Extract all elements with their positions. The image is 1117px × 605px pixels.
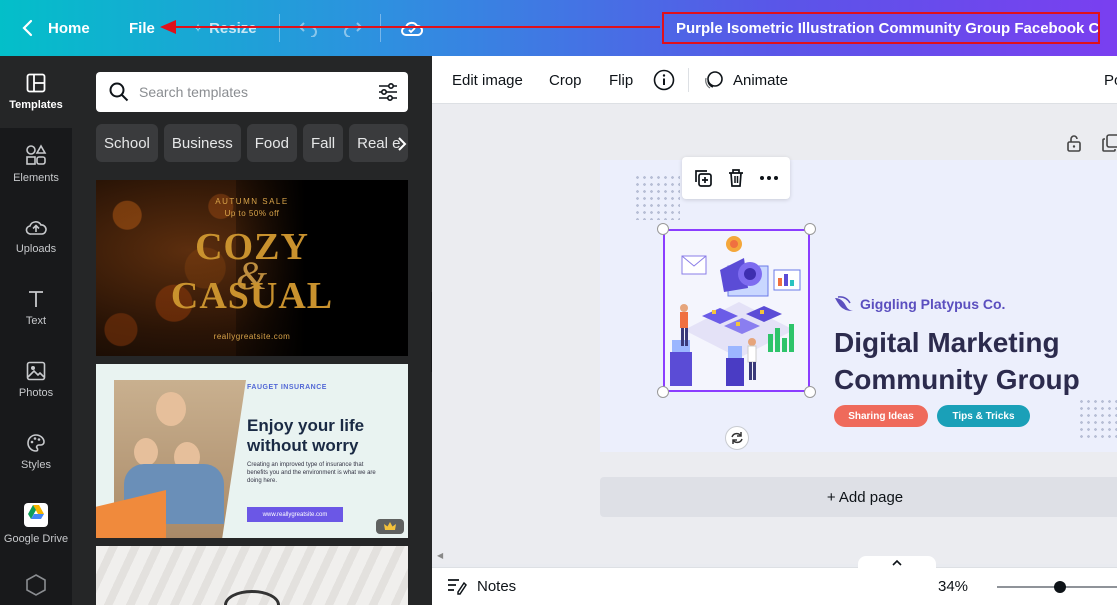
rail-label: Google Drive xyxy=(3,533,69,545)
zoom-level[interactable]: 34% xyxy=(938,574,968,598)
animate-icon xyxy=(705,71,723,89)
template-url: reallygreatsite.com xyxy=(213,332,291,341)
rail-item-photos[interactable]: Photos xyxy=(0,344,72,416)
resize-handle[interactable] xyxy=(804,386,816,398)
dot-pattern xyxy=(634,174,680,220)
resize-handle[interactable] xyxy=(657,223,669,235)
add-page-button[interactable]: + Add page xyxy=(600,477,1117,517)
back-chevron-icon[interactable] xyxy=(22,0,34,56)
edit-image-button[interactable]: Edit image xyxy=(452,56,523,104)
annotation-arrow xyxy=(160,20,660,34)
template-title-2: CASUAL xyxy=(170,275,334,317)
rotate-icon[interactable] xyxy=(725,426,749,450)
notes-icon xyxy=(448,579,467,595)
photo-face xyxy=(134,438,158,466)
elements-icon xyxy=(26,144,47,165)
rail-item-elements[interactable]: Elements xyxy=(0,128,72,200)
top-bar: Home File ✧ Resize Purple Isometric Illu… xyxy=(0,0,1117,56)
rail-label: Uploads xyxy=(15,243,57,255)
photos-icon xyxy=(26,361,46,381)
rail-label: Photos xyxy=(18,387,54,399)
zoom-slider-knob[interactable] xyxy=(1054,581,1066,593)
duplicate-page-icon[interactable] xyxy=(1102,134,1117,157)
template-headline: Enjoy your life without worry xyxy=(247,416,365,455)
design-page[interactable]: Giggling Platypus Co. Digital Marketing … xyxy=(600,160,1117,452)
resize-handle[interactable] xyxy=(657,386,669,398)
search-box[interactable]: Search templates xyxy=(96,72,408,112)
context-toolbar: Edit image Crop Flip Animate Po xyxy=(432,56,1117,104)
chip-food[interactable]: Food xyxy=(246,124,297,162)
chevron-up-icon xyxy=(892,559,902,566)
wing-logo-icon xyxy=(835,296,853,311)
rail-item-styles[interactable]: Styles xyxy=(0,416,72,488)
styles-icon xyxy=(27,434,45,452)
scroll-left-arrow-icon[interactable]: ◀ xyxy=(437,551,443,560)
apps-icon xyxy=(26,574,46,596)
template-top-text: AUTUMN SALE xyxy=(215,197,289,206)
design-headline[interactable]: Digital Marketing Community Group xyxy=(834,324,1117,398)
chip-business[interactable]: Business xyxy=(163,124,241,162)
chevron-right-icon[interactable] xyxy=(390,132,414,156)
template-url-button: www.reallygreatsite.com xyxy=(247,507,343,522)
template-body: Creating an improved type of insurance t… xyxy=(247,462,376,484)
rail-item-text[interactable]: Text xyxy=(0,272,72,344)
search-icon xyxy=(109,82,129,102)
left-rail: Templates Elements Uploads Text Photos S… xyxy=(0,56,72,605)
animate-label: Animate xyxy=(733,71,789,89)
lock-icon[interactable] xyxy=(1066,134,1082,157)
rail-item-more-apps[interactable] xyxy=(0,560,72,605)
position-button[interactable]: Po xyxy=(1104,56,1117,104)
tips-tricks-pill[interactable]: Tips & Tricks xyxy=(937,405,1030,427)
filter-icon[interactable] xyxy=(378,83,398,101)
rail-item-templates[interactable]: Templates xyxy=(0,56,72,128)
selection-frame[interactable] xyxy=(663,229,810,392)
crown-icon xyxy=(376,519,404,534)
duplicate-icon[interactable] xyxy=(693,168,713,188)
rail-item-uploads[interactable]: Uploads xyxy=(0,200,72,272)
template-card-insurance[interactable]: FAUGET INSURANCE Enjoy your life without… xyxy=(96,364,408,538)
template-card-partial[interactable] xyxy=(96,546,408,605)
template-shape xyxy=(224,590,280,605)
templates-icon xyxy=(26,73,46,93)
brand-name-text: Giggling Platypus Co. xyxy=(860,296,1006,312)
uploads-icon xyxy=(25,221,47,235)
design-brand[interactable]: Giggling Platypus Co. xyxy=(834,296,1005,312)
element-context-menu xyxy=(682,157,790,199)
more-options-icon[interactable] xyxy=(759,175,779,181)
resize-handle[interactable] xyxy=(804,223,816,235)
flip-button[interactable]: Flip xyxy=(609,56,633,104)
chip-school[interactable]: School xyxy=(96,124,158,162)
rail-label: Elements xyxy=(13,172,59,184)
expand-pages-button[interactable] xyxy=(858,556,936,570)
template-brand: FAUGET INSURANCE xyxy=(247,384,327,391)
template-sub-text: Up to 50% off xyxy=(224,209,280,218)
info-icon[interactable] xyxy=(653,56,675,104)
dot-pattern xyxy=(1078,398,1117,440)
rail-label: Text xyxy=(25,315,47,327)
file-menu-button[interactable]: File xyxy=(129,0,155,56)
search-input[interactable]: Search templates xyxy=(139,84,378,100)
rail-item-google-drive[interactable]: Google Drive xyxy=(0,488,72,560)
template-card-cozy-casual[interactable]: AUTUMN SALE Up to 50% off COZY & CASUAL … xyxy=(96,180,408,356)
home-button[interactable]: Home xyxy=(48,0,90,56)
crop-button[interactable]: Crop xyxy=(549,56,582,104)
divider xyxy=(688,68,689,92)
notes-button[interactable]: Notes xyxy=(447,574,516,598)
notes-label: Notes xyxy=(477,577,517,595)
category-chips: School Business Food Fall Real e xyxy=(96,124,408,164)
rail-label: Templates xyxy=(9,99,63,111)
templates-panel: Search templates School Business Food Fa… xyxy=(72,56,432,605)
rail-label: Styles xyxy=(21,459,51,471)
trash-icon[interactable] xyxy=(727,168,745,188)
sharing-ideas-pill[interactable]: Sharing Ideas xyxy=(834,405,928,427)
text-icon xyxy=(29,291,43,307)
chip-fall[interactable]: Fall xyxy=(302,124,344,162)
google-drive-icon xyxy=(24,503,48,527)
photo-face xyxy=(156,392,186,426)
animate-button[interactable]: Animate xyxy=(703,56,788,104)
document-title[interactable]: Purple Isometric Illustration Community … xyxy=(662,12,1100,44)
